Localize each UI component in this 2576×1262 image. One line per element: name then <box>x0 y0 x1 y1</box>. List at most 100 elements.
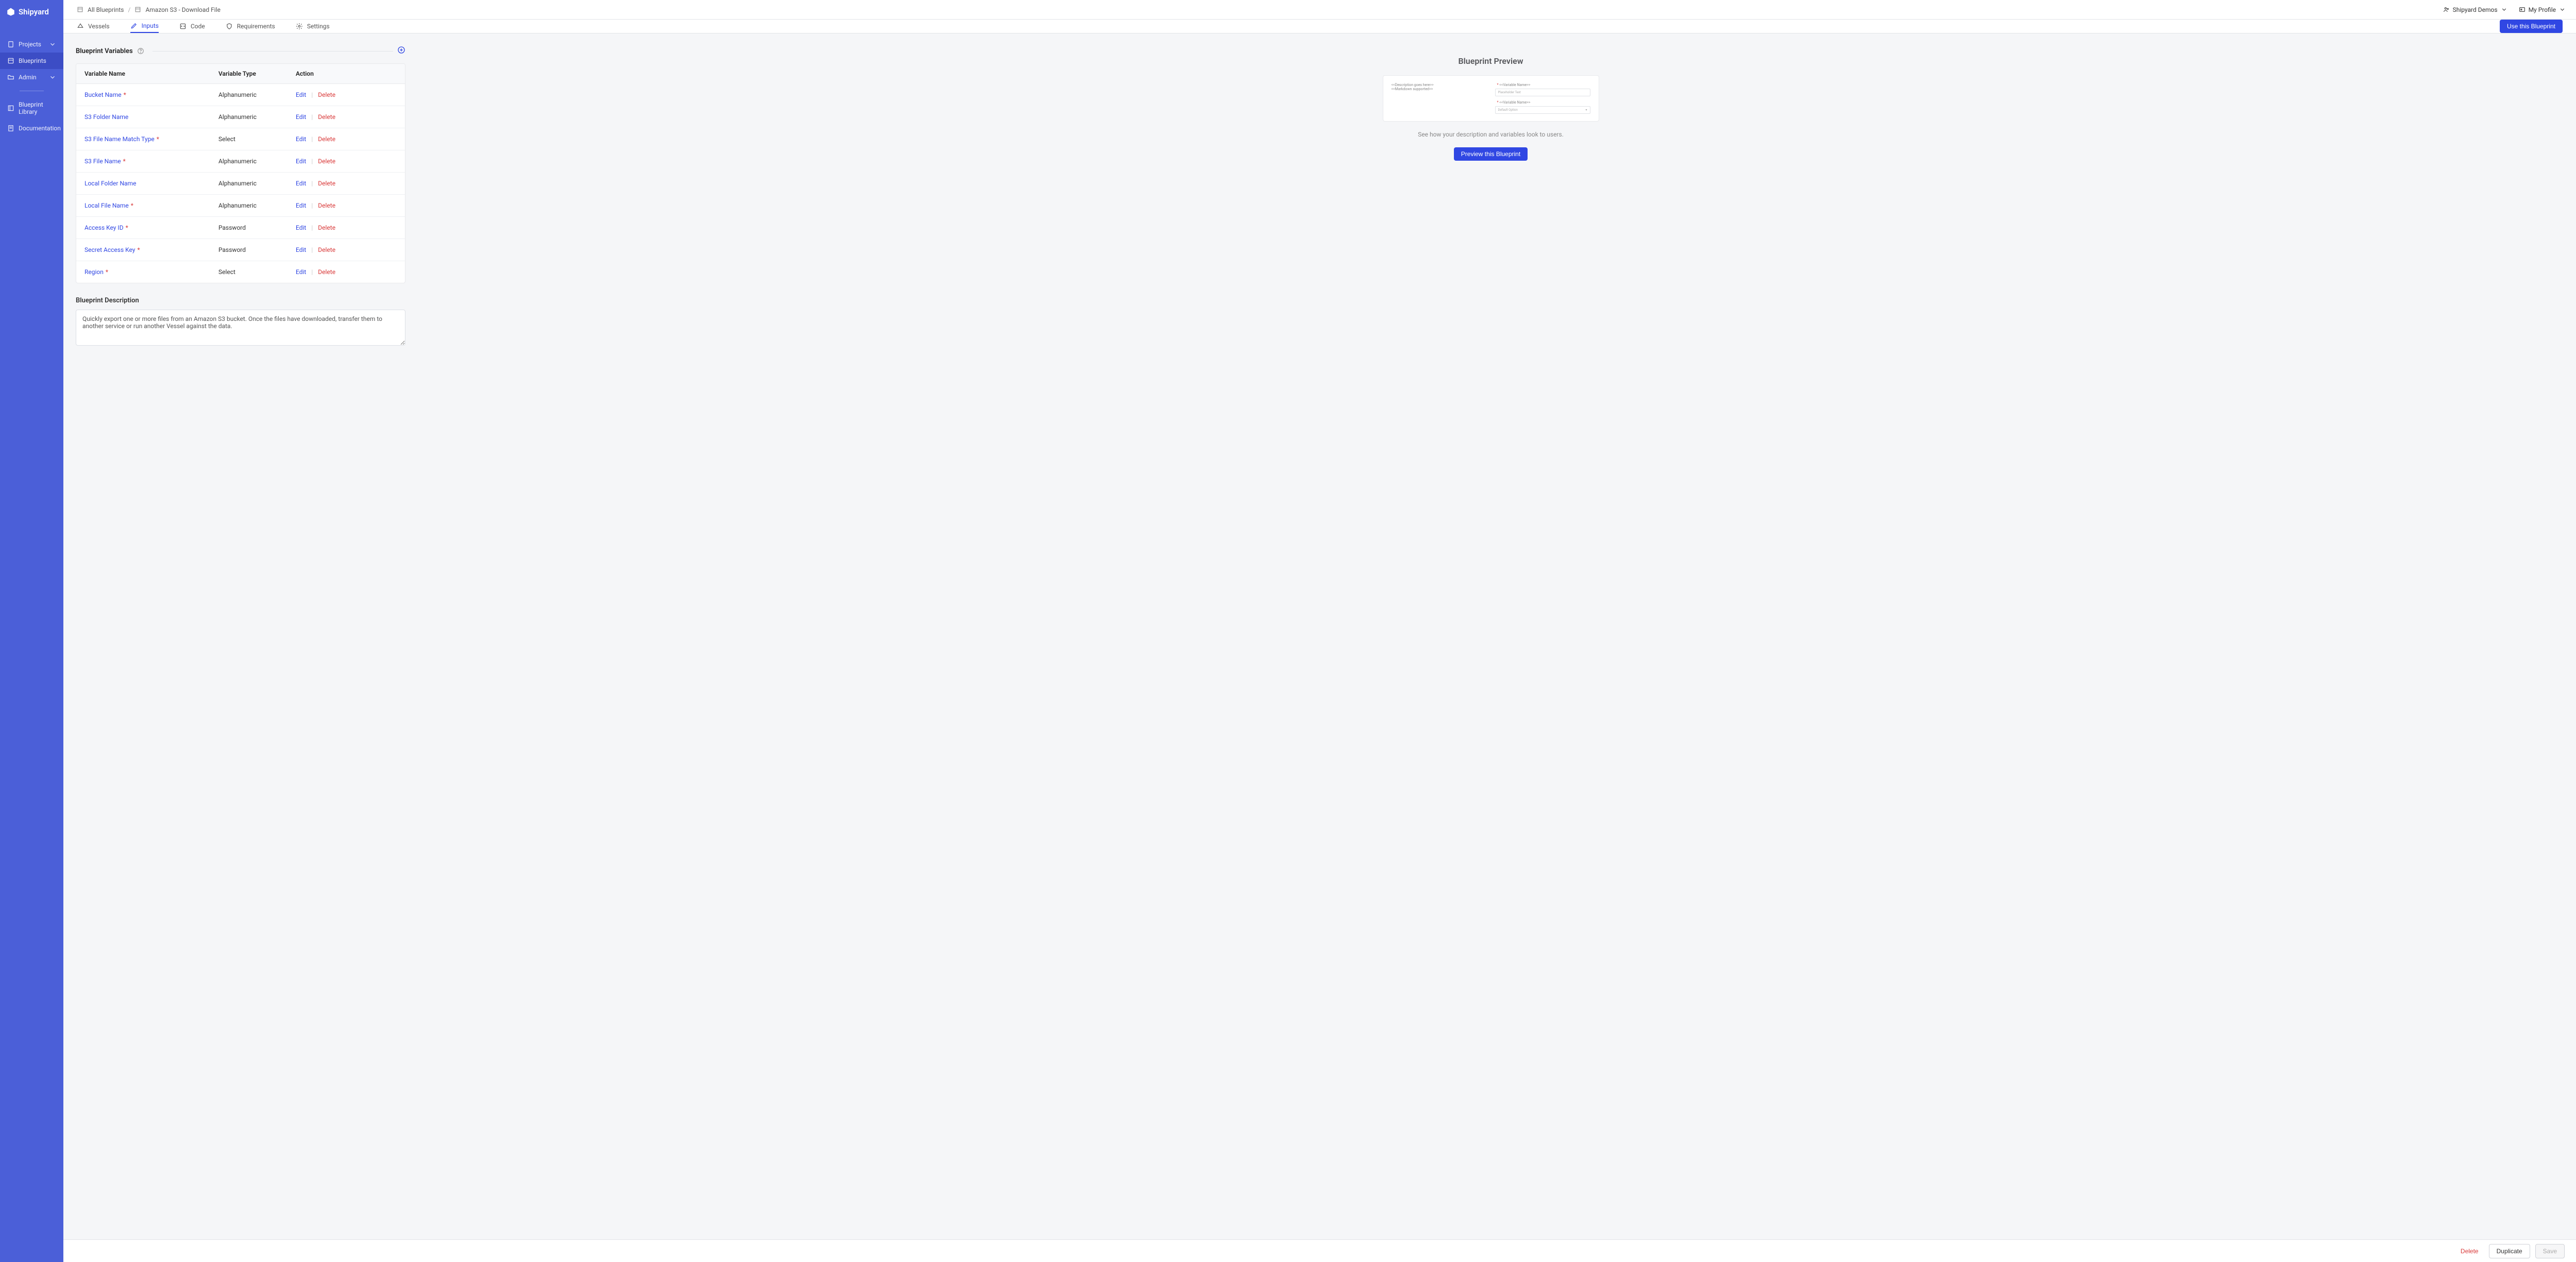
variable-type: Alphanumeric <box>218 180 296 187</box>
edit-link[interactable]: Edit <box>296 202 306 209</box>
preview-blueprint-button[interactable]: Preview this Blueprint <box>1454 147 1528 161</box>
sidebar: Shipyard Projects Blueprints Admin Bluep… <box>0 0 63 1262</box>
description-label: Blueprint Description <box>76 297 405 304</box>
doc-icon <box>7 125 14 132</box>
edit-link[interactable]: Edit <box>296 135 306 143</box>
sidebar-item-library[interactable]: Blueprint Library <box>0 96 63 120</box>
sidebar-item-label: Blueprint Library <box>19 101 56 115</box>
sidebar-item-projects[interactable]: Projects <box>0 36 63 53</box>
tab-settings[interactable]: Settings <box>296 20 330 33</box>
breadcrumb: All Blueprints / Amazon S3 - Download Fi… <box>77 6 221 13</box>
tab-label: Requirements <box>237 23 275 30</box>
column-header-type: Variable Type <box>218 70 296 77</box>
table-row: S3 File Name Match Type* Select Edit | D… <box>76 128 405 150</box>
preview-input: Placeholder Text <box>1495 89 1590 96</box>
org-switcher[interactable]: Shipyard Demos <box>2443 6 2507 13</box>
profile-label: My Profile <box>2529 6 2556 13</box>
variables-table: Variable Name Variable Type Action Bucke… <box>76 63 405 283</box>
action-separator: | <box>311 158 313 165</box>
file-icon <box>7 41 14 48</box>
preview-select: Default Option ▾ <box>1495 106 1590 114</box>
variable-name-link[interactable]: S3 File Name <box>84 158 121 165</box>
table-row: Local File Name* Alphanumeric Edit | Del… <box>76 195 405 217</box>
tab-requirements[interactable]: Requirements <box>226 20 275 33</box>
variable-name-link[interactable]: Access Key ID <box>84 224 124 231</box>
sidebar-item-label: Blueprints <box>19 57 46 64</box>
delete-link[interactable]: Delete <box>318 113 335 121</box>
blueprint-icon <box>7 57 14 64</box>
preview-desc-line: <<Description goes here>> <box>1392 83 1487 87</box>
sidebar-item-label: Projects <box>19 41 41 48</box>
shield-icon <box>226 23 233 30</box>
edit-link[interactable]: Edit <box>296 224 306 231</box>
sidebar-item-blueprints[interactable]: Blueprints <box>0 53 63 69</box>
logo[interactable]: Shipyard <box>0 0 63 24</box>
delete-link[interactable]: Delete <box>318 158 335 165</box>
table-row: S3 File Name* Alphanumeric Edit | Delete <box>76 150 405 173</box>
sidebar-item-label: Admin <box>19 74 37 81</box>
delete-link[interactable]: Delete <box>318 224 335 231</box>
topbar: All Blueprints / Amazon S3 - Download Fi… <box>63 0 2576 20</box>
tab-inputs[interactable]: Inputs <box>130 20 159 33</box>
action-separator: | <box>311 224 313 231</box>
variable-name-link[interactable]: Bucket Name <box>84 91 122 98</box>
tab-label: Code <box>191 23 205 30</box>
sidebar-item-documentation[interactable]: Documentation <box>0 120 63 137</box>
section-title: Blueprint Variables <box>76 47 133 55</box>
action-separator: | <box>311 91 313 98</box>
content-area: Blueprint Variables Variable Name Variab… <box>63 33 2576 1239</box>
description-textarea[interactable] <box>76 310 405 346</box>
library-icon <box>7 105 14 112</box>
delete-link[interactable]: Delete <box>318 268 335 276</box>
variable-type: Password <box>218 224 296 231</box>
duplicate-button[interactable]: Duplicate <box>2489 1244 2530 1258</box>
preview-title: Blueprint Preview <box>1383 56 1599 66</box>
table-row: Local Folder Name Alphanumeric Edit | De… <box>76 173 405 195</box>
use-blueprint-button[interactable]: Use this Blueprint <box>2500 20 2563 33</box>
variable-name-link[interactable]: Local File Name <box>84 202 129 209</box>
delete-link[interactable]: Delete <box>318 180 335 187</box>
variable-name-link[interactable]: Secret Access Key <box>84 246 135 253</box>
variable-type: Alphanumeric <box>218 91 296 98</box>
profile-menu[interactable]: My Profile <box>2519 6 2566 13</box>
variable-name-link[interactable]: Region <box>84 268 104 276</box>
org-name: Shipyard Demos <box>2453 6 2498 13</box>
edit-link[interactable]: Edit <box>296 91 306 98</box>
variable-type: Alphanumeric <box>218 113 296 121</box>
edit-link[interactable]: Edit <box>296 158 306 165</box>
delete-link[interactable]: Delete <box>318 202 335 209</box>
blueprint-icon <box>77 6 83 13</box>
gear-icon <box>296 23 303 30</box>
variable-name-link[interactable]: Local Folder Name <box>84 180 136 187</box>
action-separator: | <box>311 113 313 121</box>
preview-hint: See how your description and variables l… <box>1383 131 1599 138</box>
add-variable-button[interactable] <box>397 46 405 56</box>
tab-code[interactable]: Code <box>179 20 205 33</box>
brand-name: Shipyard <box>19 7 49 16</box>
edit-link[interactable]: Edit <box>296 246 306 253</box>
vessel-icon <box>77 23 84 30</box>
edit-link[interactable]: Edit <box>296 180 306 187</box>
chevron-down-icon <box>2501 6 2507 13</box>
variable-name-link[interactable]: S3 Folder Name <box>84 113 128 121</box>
delete-link[interactable]: Delete <box>318 91 335 98</box>
delete-link[interactable]: Delete <box>318 135 335 143</box>
users-icon <box>2443 6 2450 13</box>
variable-name-link[interactable]: S3 File Name Match Type <box>84 135 155 143</box>
delete-link[interactable]: Delete <box>318 246 335 253</box>
edit-link[interactable]: Edit <box>296 268 306 276</box>
edit-link[interactable]: Edit <box>296 113 306 121</box>
tab-label: Inputs <box>142 22 159 29</box>
tab-vessels[interactable]: Vessels <box>77 20 110 33</box>
code-icon <box>179 23 187 30</box>
sidebar-item-admin[interactable]: Admin <box>0 69 63 86</box>
breadcrumb-root[interactable]: All Blueprints <box>88 6 124 13</box>
save-button[interactable]: Save <box>2535 1244 2565 1258</box>
variable-type: Alphanumeric <box>218 158 296 165</box>
help-icon[interactable] <box>137 47 144 55</box>
logo-icon <box>6 7 15 16</box>
variable-type: Password <box>218 246 296 253</box>
action-separator: | <box>311 268 313 276</box>
table-row: Region* Select Edit | Delete <box>76 261 405 283</box>
delete-button[interactable]: Delete <box>2455 1244 2484 1258</box>
